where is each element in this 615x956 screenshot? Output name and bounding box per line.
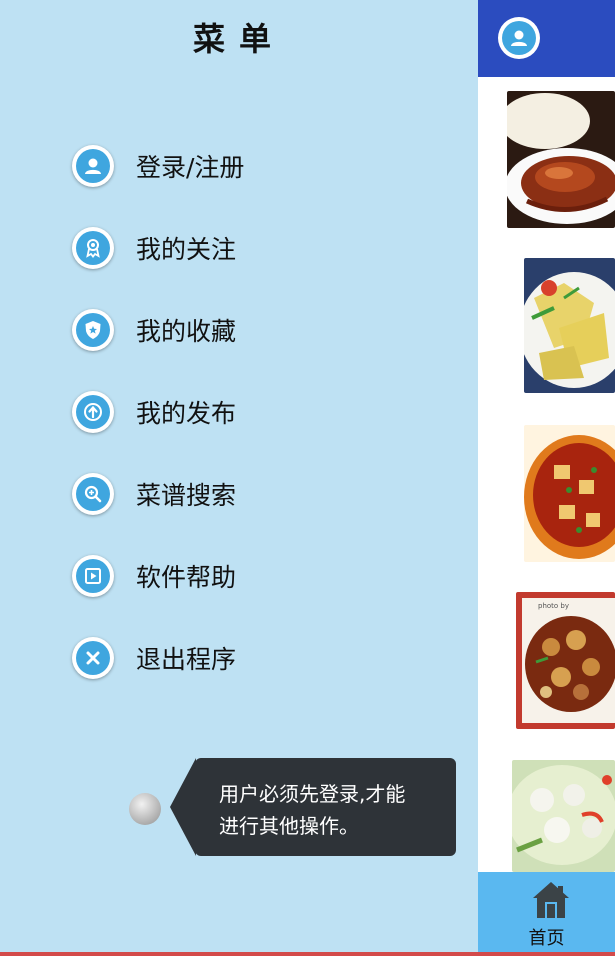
recipe-image[interactable] [512,760,615,872]
menu-item-label: 软件帮助 [136,563,237,592]
toast-message: 用户必须先登录,才能 进行其他操作。 [195,758,456,856]
bottom-divider [0,952,615,956]
shield-star-icon [72,309,114,351]
menu-item-login[interactable]: 登录/注册 [72,141,372,191]
toast-line-2: 进行其他操作。 [219,814,359,838]
menu-item-exit[interactable]: 退出程序 [72,633,372,683]
toast-arrow [170,758,196,856]
avatar[interactable] [498,17,540,59]
main-content-peek: photo by 首页 [478,0,615,956]
toast-line-1: 用户必须先登录,才能 [219,782,406,806]
top-app-bar [478,0,615,77]
menu-item-label: 我的发布 [136,399,237,428]
menu-item-label: 菜谱搜索 [136,481,237,510]
menu-item-label: 我的关注 [136,235,237,264]
home-tab-label: 首页 [528,928,565,949]
recipe-image[interactable]: photo by [516,592,615,729]
menu-item-label: 退出程序 [136,645,237,674]
badge-icon [72,227,114,269]
upload-icon [72,391,114,433]
search-icon [72,473,114,515]
menu-item-label: 登录/注册 [136,153,245,182]
bottom-nav-bar: 首页 [478,872,615,956]
menu-item-help[interactable]: 软件帮助 [72,551,372,601]
close-icon [72,637,114,679]
navigation-drawer: 菜单 登录/注册 我的关注 我的收藏 我的发布 菜谱搜索 软件帮助 退出程序 用… [0,0,478,956]
menu-item-publish[interactable]: 我的发布 [72,387,372,437]
menu-item-follow[interactable]: 我的关注 [72,223,372,273]
svg-text:photo by: photo by [538,602,569,610]
recipe-image[interactable] [507,91,615,228]
menu-item-label: 我的收藏 [136,317,237,346]
recipe-image[interactable] [524,425,615,562]
menu-item-recipe-search[interactable]: 菜谱搜索 [72,469,372,519]
play-book-icon [72,555,114,597]
user-icon [72,145,114,187]
recipe-image[interactable] [524,258,615,393]
drawer-title: 菜单 [192,20,285,58]
toast-indicator-dot [129,793,161,825]
home-icon [533,882,569,918]
menu-item-favorites[interactable]: 我的收藏 [72,305,372,355]
